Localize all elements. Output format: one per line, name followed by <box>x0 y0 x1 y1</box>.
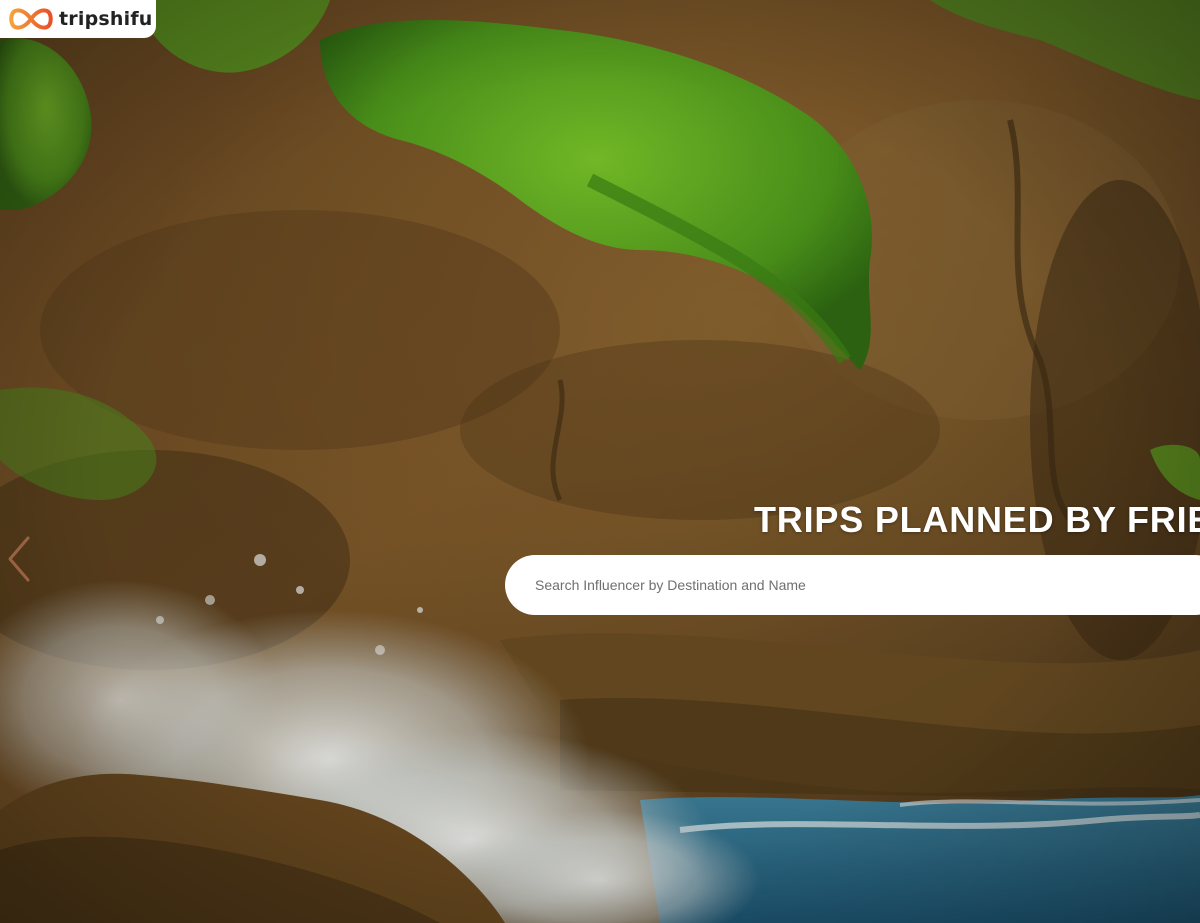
logo-wordmark: tripshifu <box>59 8 153 30</box>
infinity-logo-icon <box>7 4 55 34</box>
hero-background-image <box>0 0 1200 923</box>
search-bar <box>505 555 1200 615</box>
chevron-left-icon <box>8 536 30 582</box>
site-logo[interactable]: tripshifu <box>0 0 156 38</box>
hero-title: TRIPS PLANNED BY FRIENDS <box>754 499 1200 540</box>
carousel-prev-button[interactable] <box>4 534 34 584</box>
influencer-search-input[interactable] <box>535 555 1155 615</box>
hero-banner: tripshifu TRIPS PLANNED BY FRIENDS <box>0 0 1200 923</box>
